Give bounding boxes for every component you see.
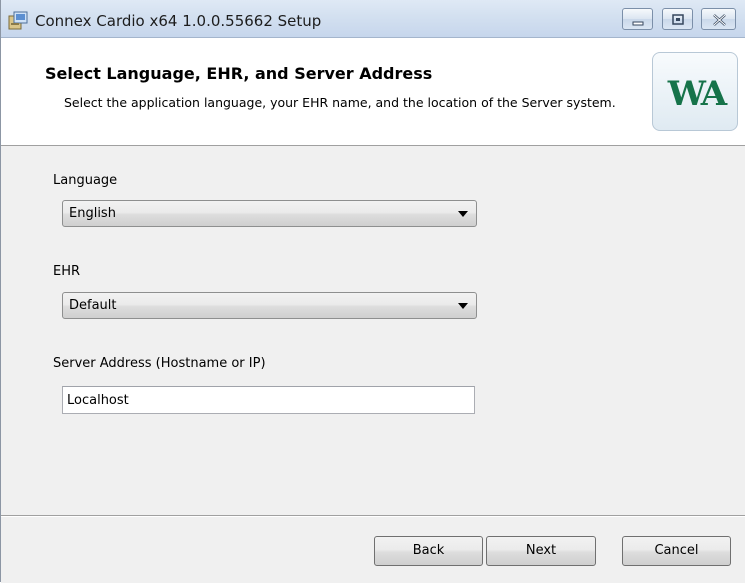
header-banner: Select Language, EHR, and Server Address…	[1, 38, 745, 146]
server-address-label: Server Address (Hostname or IP)	[53, 356, 266, 371]
page-title: Select Language, EHR, and Server Address	[45, 64, 433, 83]
installer-icon	[8, 11, 30, 31]
maximize-button[interactable]	[662, 8, 693, 30]
button-bar: Back Next Cancel	[1, 515, 745, 583]
server-address-field[interactable]	[62, 386, 475, 414]
server-address-input[interactable]	[63, 387, 474, 413]
page-description: Select the application language, your EH…	[64, 95, 616, 110]
close-button[interactable]	[701, 8, 736, 30]
form-area: Language English EHR Default Server Addr…	[1, 146, 745, 515]
language-value: English	[69, 206, 116, 221]
title-bar[interactable]: Connex Cardio x64 1.0.0.55662 Setup	[1, 0, 745, 38]
minimize-icon	[632, 21, 644, 26]
company-logo: WA	[652, 52, 738, 131]
logo-text: WA	[667, 74, 728, 114]
next-button[interactable]: Next	[486, 536, 596, 566]
cancel-button[interactable]: Cancel	[622, 536, 731, 566]
close-icon	[713, 14, 726, 26]
maximize-icon	[672, 14, 684, 25]
setup-window: Connex Cardio x64 1.0.0.55662 Setup Sele…	[0, 0, 745, 583]
back-button[interactable]: Back	[374, 536, 483, 566]
minimize-button[interactable]	[622, 8, 653, 30]
dropdown-arrow-icon	[458, 211, 468, 217]
dropdown-arrow-icon	[458, 303, 468, 309]
language-dropdown[interactable]: English	[62, 200, 477, 227]
ehr-dropdown[interactable]: Default	[62, 292, 477, 319]
language-label: Language	[53, 173, 118, 188]
ehr-value: Default	[69, 298, 117, 313]
ehr-label: EHR	[53, 264, 81, 279]
window-title: Connex Cardio x64 1.0.0.55662 Setup	[35, 12, 322, 30]
